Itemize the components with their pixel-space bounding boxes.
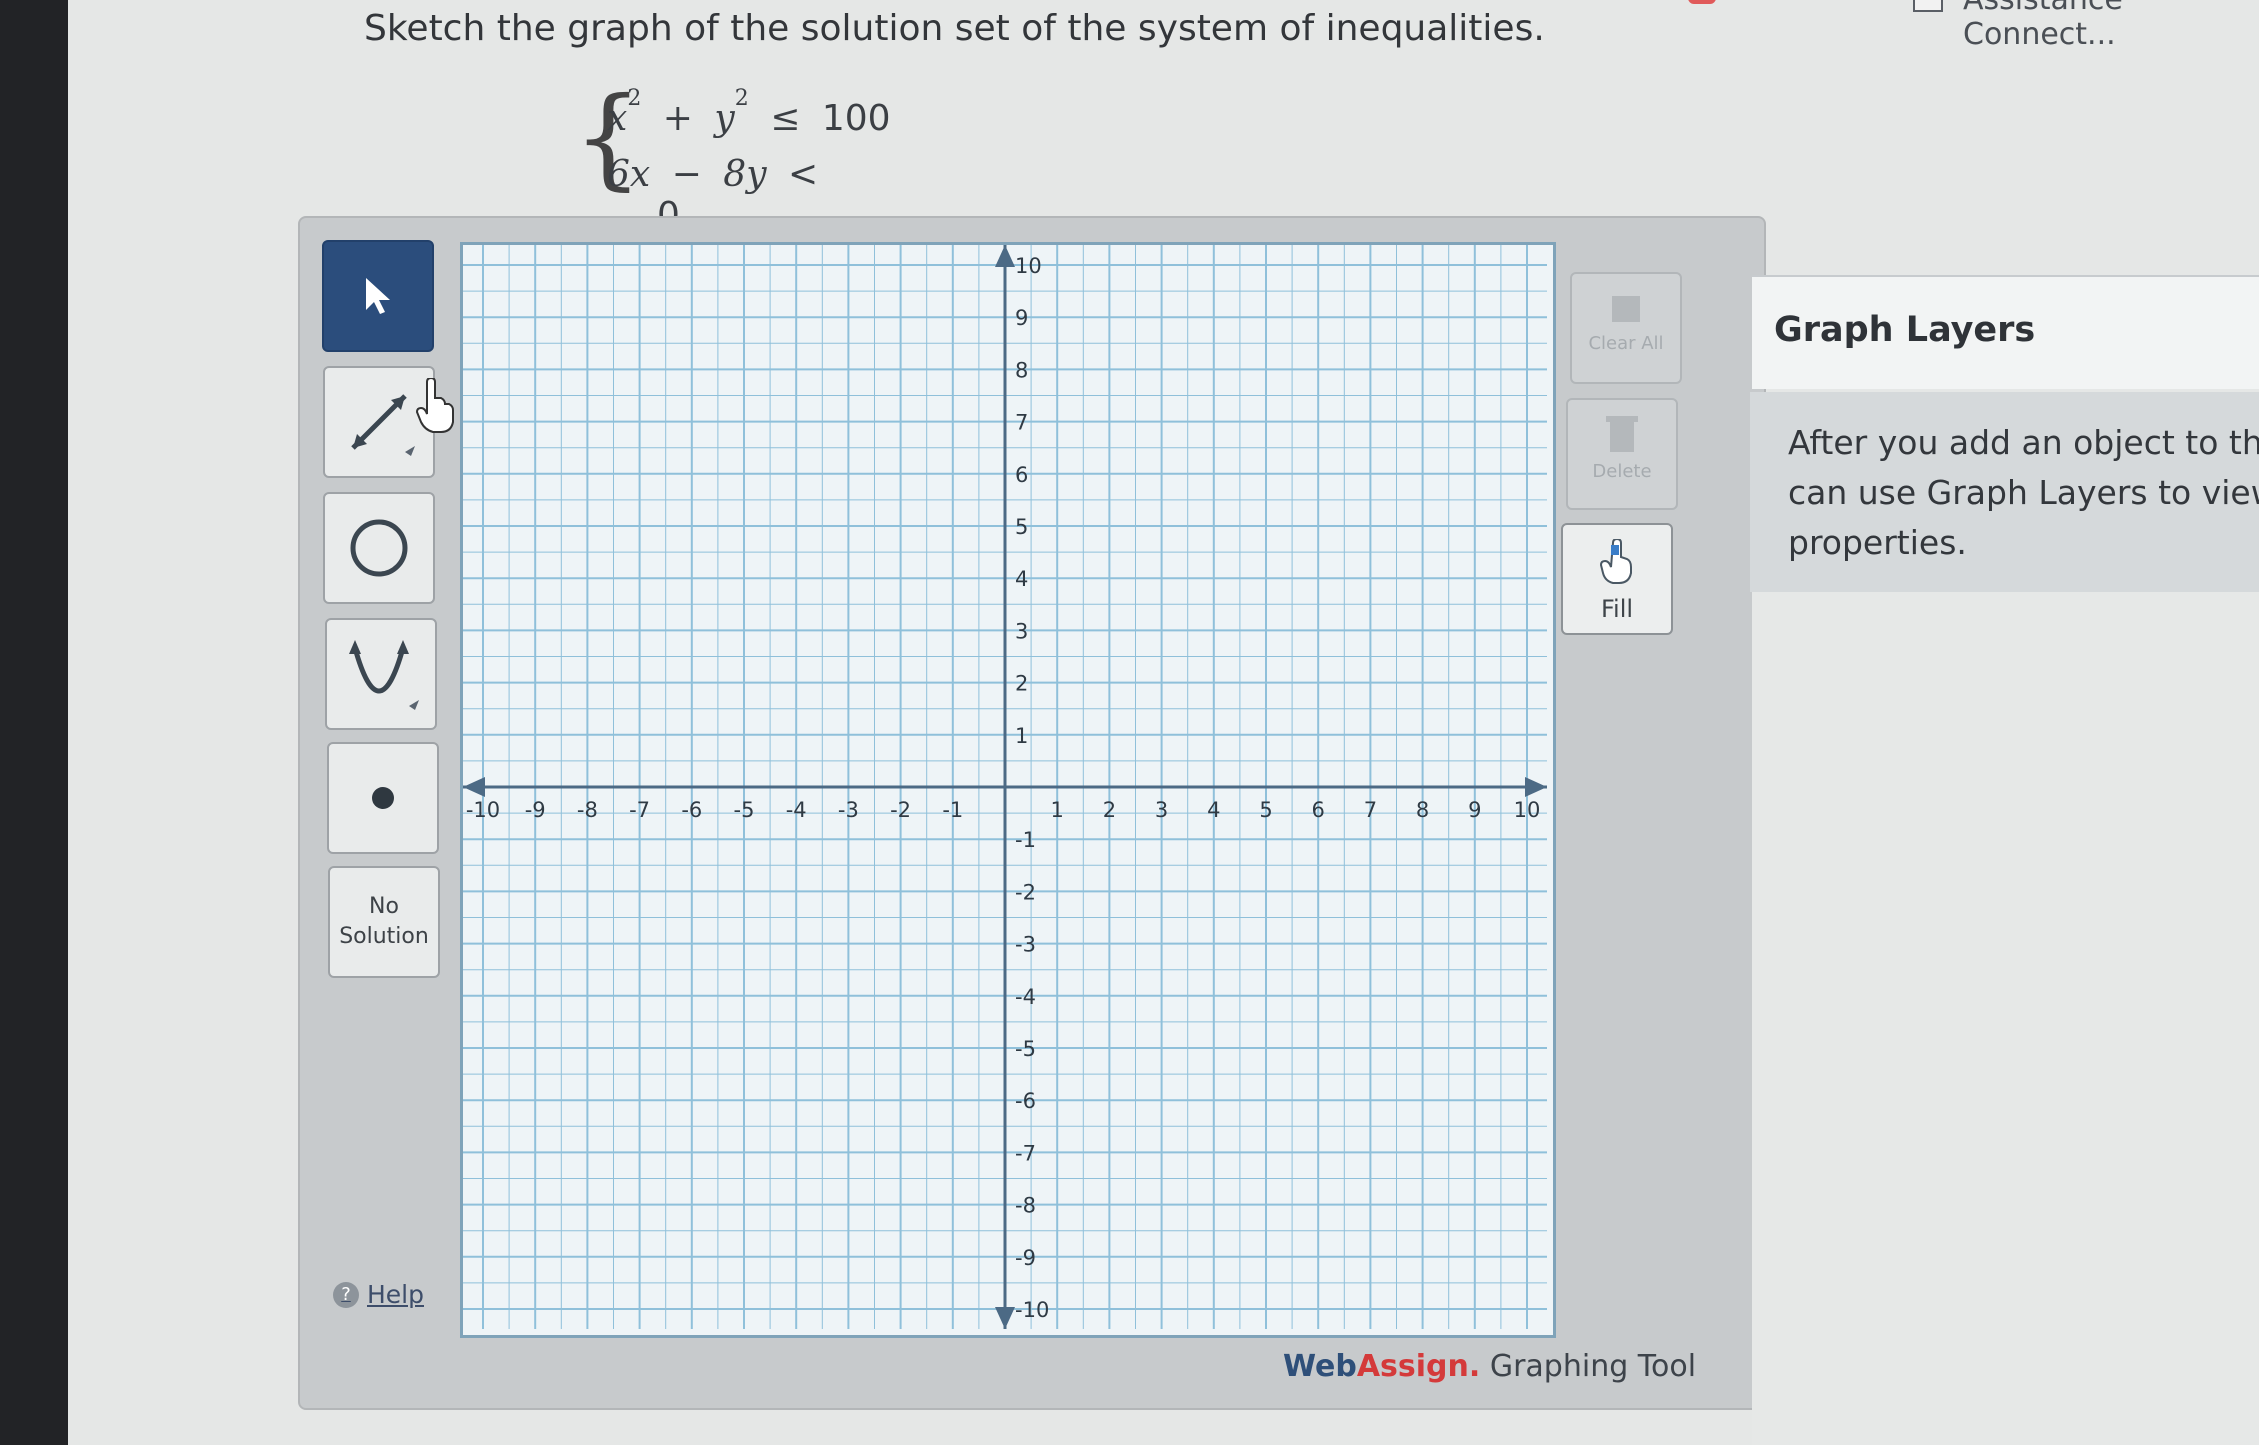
graph-layers-panel — [1752, 592, 2259, 1445]
graph-layers-line-3: properties. — [1788, 523, 1967, 562]
delete-label: Delete — [1592, 461, 1652, 482]
select-arrow-icon — [366, 278, 390, 314]
coordinate-plane[interactable]: -10 -9 -8 -7 -6 -5 -4 -3 -2 -1 1 2 3 4 5 6 7 8 9 10 10 9 8 7 6 5 4… — [463, 245, 1547, 1329]
x-tick-label: -3 — [838, 798, 859, 822]
clear-all-icon — [1612, 296, 1640, 322]
line-tool-button[interactable] — [323, 366, 454, 478]
screen-bezel — [0, 0, 68, 1445]
parabola-tool-button[interactable] — [325, 618, 437, 730]
brand-part-web: Web — [1283, 1349, 1357, 1384]
y-tick-label: 4 — [1015, 567, 1028, 591]
y-tick-label: 10 — [1015, 254, 1042, 278]
inequality-row-1: x2 + y2 ≤ 100 — [607, 86, 891, 139]
x-tick-label: 8 — [1416, 798, 1429, 822]
assistance-link[interactable]: Assistance Connect... — [1963, 0, 2259, 52]
assistance-checkbox[interactable] — [1913, 0, 1943, 12]
clear-all-button[interactable]: Clear All — [1570, 272, 1682, 384]
x-tick-label: 1 — [1051, 798, 1064, 822]
x-tick-label: -8 — [577, 798, 598, 822]
fill-label: Fill — [1600, 595, 1634, 623]
no-solution-button[interactable]: No Solution — [328, 866, 440, 978]
x-tick-label: 5 — [1259, 798, 1272, 822]
help-icon: ? — [333, 1281, 359, 1308]
trash-icon — [1606, 416, 1638, 452]
y-tick-label: -5 — [1015, 1037, 1036, 1061]
x-tick-label: -5 — [734, 798, 755, 822]
delete-button[interactable]: Delete — [1566, 398, 1678, 510]
x-tick-label: 2 — [1103, 798, 1116, 822]
x-tick-label: -9 — [525, 798, 546, 822]
y-tick-label: -9 — [1015, 1246, 1036, 1270]
clear-all-label: Clear All — [1588, 333, 1664, 354]
graph-area[interactable]: -10 -9 -8 -7 -6 -5 -4 -3 -2 -1 1 2 3 4 5 6 7 8 9 10 10 9 8 7 6 5 4… — [460, 242, 1556, 1338]
brand-part-tool: Graphing Tool — [1480, 1349, 1697, 1384]
y-tick-label: 9 — [1015, 306, 1028, 330]
no-solution-label-1: No — [369, 894, 399, 919]
y-tick-label: 6 — [1015, 463, 1028, 487]
x-tick-label: 9 — [1468, 798, 1481, 822]
y-tick-label: 8 — [1015, 358, 1028, 382]
point-icon — [372, 787, 394, 809]
fill-button[interactable]: Fill — [1561, 523, 1673, 635]
y-tick-label: -6 — [1015, 1089, 1036, 1113]
graph-layers-text: After you add an object to the gr can us… — [1788, 418, 2259, 568]
x-tick-label: -7 — [629, 798, 650, 822]
x-tick-label: 6 — [1312, 798, 1325, 822]
y-tick-label: 7 — [1015, 411, 1028, 435]
x-tick-label: -1 — [942, 798, 963, 822]
x-tick-label: 10 — [1514, 798, 1541, 822]
x-tick-label: 7 — [1364, 798, 1377, 822]
line-icon — [351, 394, 415, 456]
point-tool-button[interactable] — [327, 742, 439, 854]
y-tick-label: -2 — [1015, 880, 1036, 904]
graphing-tool-brand: WebAssign. Graphing Tool — [1283, 1349, 1696, 1384]
paint-bucket-icon — [1599, 537, 1632, 584]
help-label: Help — [367, 1280, 424, 1309]
y-tick-label: 1 — [1015, 724, 1028, 748]
y-tick-label: -10 — [1015, 1298, 1049, 1322]
y-tick-label: -3 — [1015, 933, 1036, 957]
question-prompt: Sketch the graph of the solution set of … — [364, 8, 1545, 49]
graph-layers-line-1: After you add an object to the gr — [1788, 423, 2259, 462]
x-tick-label: -6 — [681, 798, 702, 822]
circle-icon — [350, 519, 408, 577]
graph-layers-line-2: can use Graph Layers to view ar — [1788, 473, 2259, 512]
x-tick-label: 4 — [1207, 798, 1220, 822]
hand-cursor-icon — [415, 378, 454, 433]
y-tick-label: -4 — [1015, 985, 1036, 1009]
x-tick-label: -10 — [466, 798, 500, 822]
y-tick-label: -7 — [1015, 1141, 1036, 1165]
inequality-system: { x2 + y2 ≤ 100 6x − 8y < 0 — [573, 82, 903, 236]
graph-layers-title: Graph Layers — [1774, 310, 2036, 350]
graph-layers-info: After you add an object to the gr can us… — [1750, 392, 2259, 592]
brand-part-assign: Assign. — [1356, 1349, 1481, 1384]
y-tick-label: 2 — [1015, 672, 1028, 696]
top-notification-dot — [1688, 0, 1716, 4]
y-tick-label: -1 — [1015, 828, 1036, 852]
x-tick-label: -2 — [890, 798, 911, 822]
no-solution-label-2: Solution — [339, 924, 429, 949]
x-tick-label: 3 — [1155, 798, 1168, 822]
y-tick-label: 3 — [1015, 619, 1028, 643]
graph-layers-header[interactable]: Graph Layers — [1752, 275, 2259, 389]
help-link[interactable]: ? Help — [333, 1280, 424, 1309]
parabola-icon — [349, 640, 419, 710]
y-tick-label: -8 — [1015, 1194, 1036, 1218]
select-tool-button[interactable] — [322, 240, 434, 352]
y-tick-label: 5 — [1015, 515, 1028, 539]
x-tick-label: -4 — [786, 798, 807, 822]
circle-tool-button[interactable] — [323, 492, 435, 604]
